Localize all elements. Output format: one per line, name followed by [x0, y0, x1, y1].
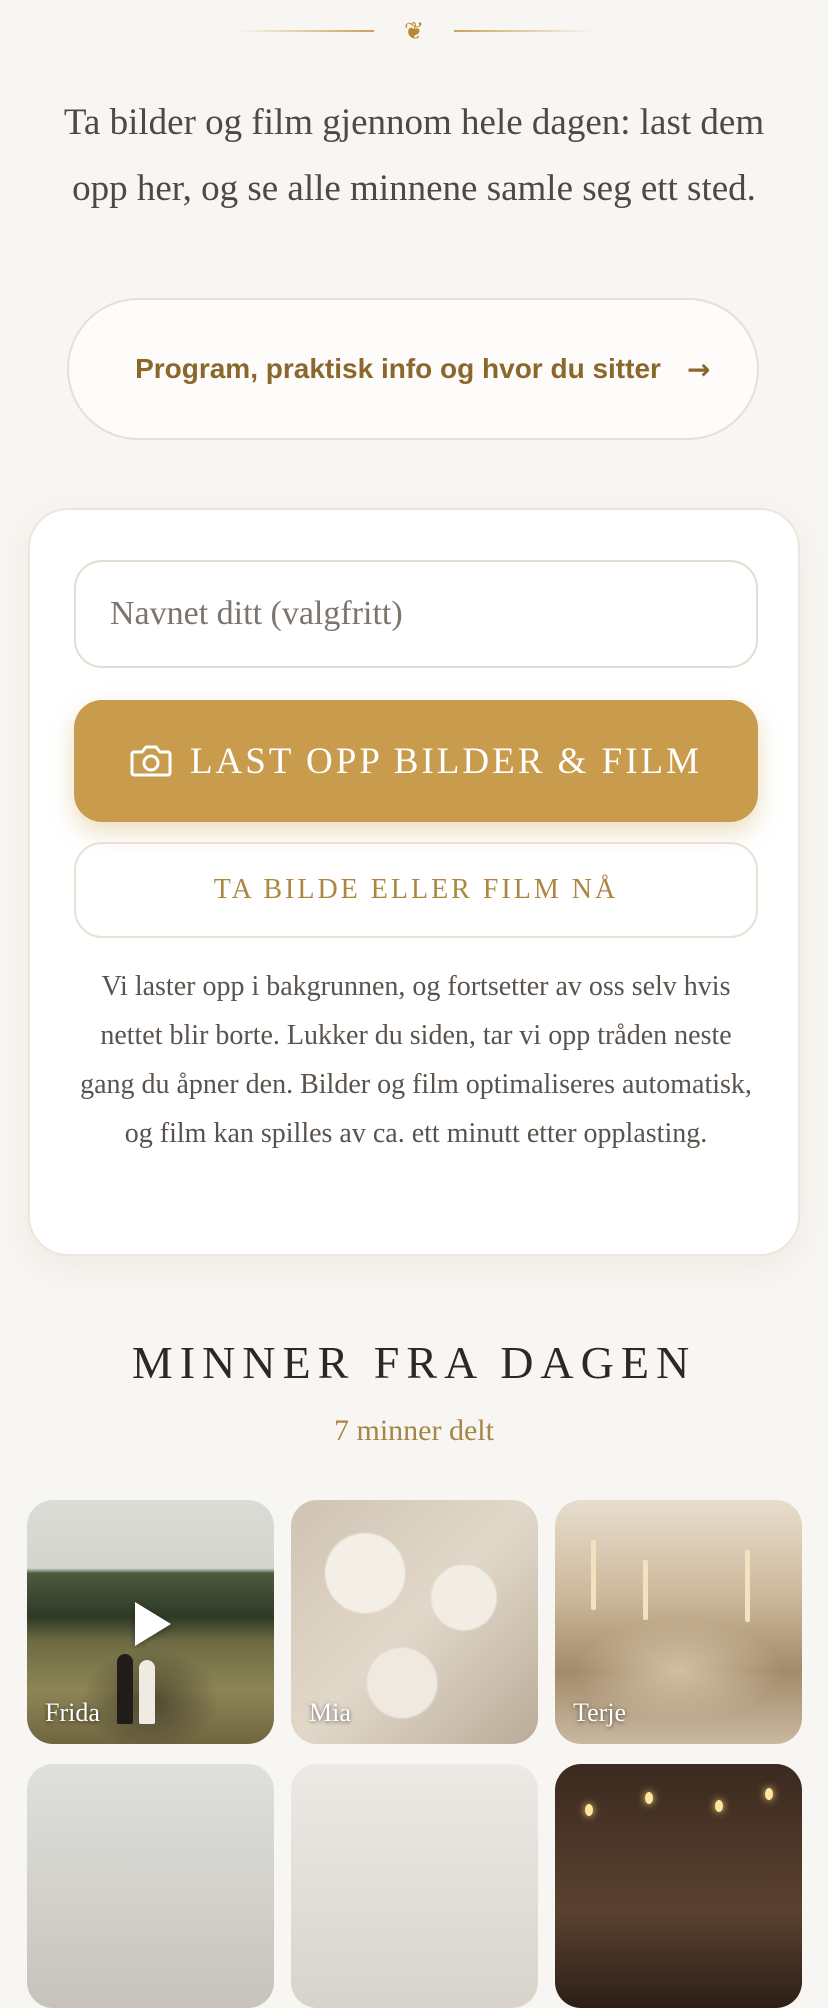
capture-button[interactable]: TA BILDE ELLER FILM NÅ	[74, 842, 758, 938]
memory-author: Mia	[309, 1698, 351, 1727]
light	[645, 1792, 653, 1804]
play-icon	[135, 1602, 171, 1646]
program-info-label: Program, praktisk info og hvor du sitter	[135, 353, 661, 384]
candle	[643, 1560, 648, 1620]
camera-icon	[130, 745, 172, 777]
upload-label: LAST OPP BILDER & FILM	[189, 740, 703, 782]
memories-title: MINNER FRA DAGEN	[131, 1337, 697, 1388]
name-input[interactable]	[74, 560, 758, 668]
leaf-ornament-icon: ❦	[403, 17, 425, 45]
memory-tile[interactable]	[555, 1764, 802, 2008]
ornament-line-left	[234, 30, 374, 32]
light	[715, 1800, 723, 1812]
memory-tile[interactable]	[291, 1764, 538, 2008]
memories-count: 7 minner delt	[334, 1414, 494, 1447]
arrow-right-icon: →	[687, 352, 711, 386]
memory-tile[interactable]: Terje	[555, 1500, 802, 1744]
upload-card: LAST OPP BILDER & FILM TA BILDE ELLER FI…	[28, 508, 800, 1256]
memory-author: Frida	[45, 1698, 100, 1727]
intro-text: Ta bilder og film gjennom hele dagen: la…	[63, 102, 765, 209]
candle	[745, 1550, 750, 1622]
memory-author: Terje	[573, 1698, 627, 1727]
photo-figure	[117, 1654, 133, 1724]
memory-tile[interactable]: Frida	[27, 1500, 274, 1744]
light	[585, 1804, 593, 1816]
photo-figure	[139, 1660, 155, 1724]
candle	[591, 1540, 596, 1610]
header-ornament: ❦	[0, 18, 828, 44]
memory-tile[interactable]: Mia	[291, 1500, 538, 1744]
upload-note: Vi laster opp i bakgrunnen, og fortsette…	[80, 971, 752, 1149]
program-info-button[interactable]: Program, praktisk info og hvor du sitter…	[67, 298, 759, 440]
memory-tile[interactable]	[27, 1764, 274, 2008]
light	[765, 1788, 773, 1800]
upload-button[interactable]: LAST OPP BILDER & FILM	[74, 700, 758, 822]
ornament-line-right	[454, 30, 594, 32]
